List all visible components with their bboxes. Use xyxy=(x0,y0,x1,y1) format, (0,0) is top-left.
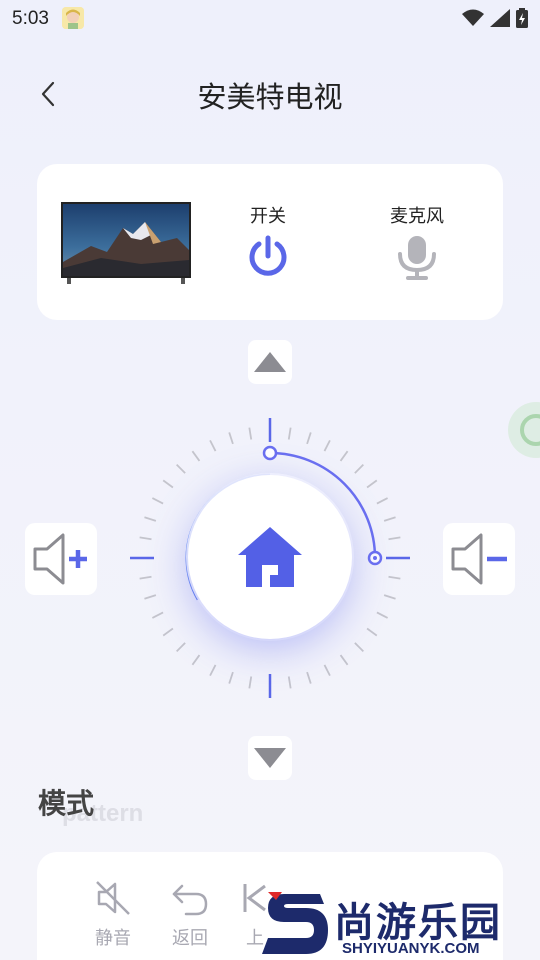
return-icon xyxy=(172,884,208,916)
power-control[interactable]: 开关 xyxy=(233,202,303,282)
dial-tick xyxy=(376,497,389,505)
dial-tick xyxy=(366,479,378,489)
back-mode-button[interactable]: 返回 xyxy=(162,878,218,950)
dial-tick xyxy=(139,536,152,541)
dial-tick xyxy=(323,664,331,677)
battery-icon xyxy=(516,8,528,32)
dial-tick xyxy=(383,516,396,522)
dial-tick xyxy=(162,627,174,637)
mute-icon xyxy=(96,881,130,915)
dial-tick xyxy=(151,611,164,619)
dial-tick xyxy=(144,594,157,600)
dial-tick xyxy=(139,575,152,580)
status-icons xyxy=(462,8,528,32)
dial-tick xyxy=(191,654,201,666)
dial-tick xyxy=(176,464,186,474)
down-button[interactable] xyxy=(248,736,292,780)
volume-up-icon xyxy=(33,533,87,585)
home-button[interactable] xyxy=(188,475,352,639)
dial-tick xyxy=(323,439,331,452)
device-card: 开关 麦克风 xyxy=(37,164,503,320)
microphone-icon[interactable] xyxy=(394,234,440,280)
status-time: 5:03 xyxy=(12,8,49,29)
dial-tick xyxy=(339,450,349,462)
notification-avatar-icon xyxy=(62,7,84,29)
dial-tick xyxy=(144,516,157,522)
dial-tick xyxy=(228,432,234,445)
triangle-up-icon xyxy=(254,352,286,372)
watermark-logo-icon xyxy=(262,892,328,954)
dial-tick xyxy=(366,627,378,637)
dial-tick xyxy=(209,664,217,677)
volume-down-button[interactable] xyxy=(443,523,515,595)
microphone-control[interactable]: 麦克风 xyxy=(377,202,457,284)
mute-label: 静音 xyxy=(95,928,131,949)
up-button[interactable] xyxy=(248,340,292,384)
section-title: 模式 xyxy=(38,787,95,820)
wifi-icon xyxy=(462,9,484,31)
dial-tick xyxy=(191,450,201,462)
back-mode-label: 返回 xyxy=(172,928,208,949)
triangle-down-icon xyxy=(254,748,286,768)
dial-tick xyxy=(376,611,389,619)
floating-assist-icon[interactable] xyxy=(508,402,540,458)
volume-up-button[interactable] xyxy=(25,523,97,595)
dial-tick xyxy=(383,594,396,600)
dial-tick xyxy=(388,575,401,580)
mute-button[interactable]: 静音 xyxy=(85,878,141,950)
dial-tick xyxy=(354,464,364,474)
dial-tick xyxy=(354,642,364,652)
dial-tick xyxy=(151,497,164,505)
dial-tick xyxy=(306,432,312,445)
signal-icon xyxy=(490,9,510,31)
mic-label: 麦克风 xyxy=(390,206,444,227)
dial-tick xyxy=(248,676,253,689)
dial-tick xyxy=(176,642,186,652)
dial-tick xyxy=(228,671,234,684)
status-bar: 5:03 xyxy=(0,0,540,38)
power-icon[interactable] xyxy=(246,234,290,278)
power-label: 开关 xyxy=(250,206,286,227)
dial-tick xyxy=(388,536,401,541)
dial-start-knob[interactable] xyxy=(262,445,278,461)
dial-tick xyxy=(248,427,253,440)
watermark-url: SHYIYUANYK.COM xyxy=(342,940,480,957)
volume-down-icon xyxy=(451,533,507,585)
home-icon xyxy=(238,527,302,587)
dial-tick xyxy=(162,479,174,489)
watermark: 尚游乐园 SHYIYUANYK.COM xyxy=(262,888,540,960)
page-title: 安美特电视 xyxy=(197,80,343,114)
dial-tick xyxy=(306,671,312,684)
dial-tick xyxy=(287,676,292,689)
dial-tick xyxy=(339,654,349,666)
dial-tick xyxy=(287,427,292,440)
dial-tick xyxy=(209,439,217,452)
tv-image xyxy=(61,202,191,284)
